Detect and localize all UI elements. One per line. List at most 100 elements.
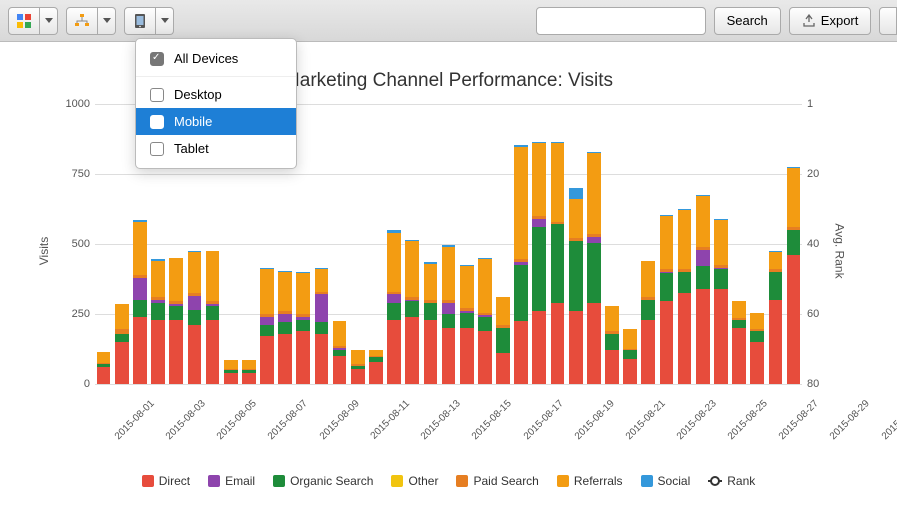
device-button-group [124,7,174,35]
bar-column[interactable] [694,195,711,384]
extra-button[interactable] [879,7,897,35]
bar-column[interactable] [749,313,766,384]
bar-column[interactable] [767,251,784,384]
bar-segment [387,320,401,384]
bar-column[interactable] [476,258,493,384]
bar-segment [151,320,165,384]
bar-column[interactable] [95,352,112,384]
sitemap-icon-button[interactable] [66,7,98,35]
bar-column[interactable] [222,360,239,384]
legend-item[interactable]: Social [641,474,691,488]
bar-segment [732,320,746,328]
legend-item[interactable]: Email [208,474,255,488]
color-swatch [142,475,154,487]
bar-column[interactable] [494,297,511,384]
bar-column[interactable] [349,350,366,384]
bar-column[interactable] [113,304,130,384]
bar-segment [551,303,565,384]
bar-segment [605,306,619,331]
bar-segment [133,278,147,300]
bar-segment [569,199,583,238]
bar-column[interactable] [676,209,693,384]
bar-segment [224,360,238,368]
google-icon [16,13,32,29]
bar-segment [587,303,601,384]
bar-segment [514,147,528,259]
bar-segment [714,289,728,384]
device-icon-button[interactable] [124,7,156,35]
google-icon-button[interactable] [8,7,40,35]
bar-segment [169,306,183,320]
bar-column[interactable] [658,215,675,384]
dropdown-item-tablet[interactable]: Tablet [136,135,296,162]
dropdown-label: Mobile [174,114,212,129]
bar-column[interactable] [404,240,421,384]
legend-item[interactable]: Other [391,474,438,488]
search-button[interactable]: Search [714,7,781,35]
legend-item[interactable]: Direct [142,474,190,488]
bar-segment [133,300,147,317]
bar-column[interactable] [549,142,566,384]
bar-column[interactable] [295,272,312,384]
bar-column[interactable] [513,145,530,384]
bar-column[interactable] [149,259,166,384]
bar-column[interactable] [386,230,403,384]
bar-column[interactable] [277,271,294,384]
dropdown-item-all-devices[interactable]: All Devices [136,45,296,72]
export-button[interactable]: Export [789,7,872,35]
bar-segment [442,328,456,384]
bar-segment [532,219,546,227]
bar-segment [623,329,637,349]
legend-item[interactable]: Paid Search [456,474,538,488]
bar-column[interactable] [785,167,802,384]
bar-column[interactable] [622,329,639,384]
dropdown-item-mobile[interactable]: Mobile [136,108,296,135]
bar-column[interactable] [730,301,747,384]
sitemap-dropdown-toggle[interactable] [98,7,116,35]
bar-column[interactable] [168,258,185,384]
bar-segment [532,227,546,311]
y-tick-left: 0 [84,378,90,390]
dropdown-item-desktop[interactable]: Desktop [136,81,296,108]
bar-column[interactable] [440,245,457,384]
bar-column[interactable] [712,219,729,384]
bar-segment [351,369,365,384]
bar-segment [605,350,619,384]
bar-column[interactable] [603,306,620,384]
y-tick-left: 500 [72,238,90,250]
bar-segment [551,224,565,302]
bar-column[interactable] [422,262,439,384]
search-input[interactable] [536,7,706,35]
checkbox-icon [150,115,164,129]
bar-column[interactable] [531,142,548,384]
google-dropdown-toggle[interactable] [40,7,58,35]
bar-column[interactable] [131,220,148,384]
bar-segment [569,188,583,199]
bar-segment [387,294,401,302]
bar-column[interactable] [331,321,348,384]
legend-item[interactable]: Organic Search [273,474,373,488]
bar-segment [551,143,565,221]
bar-segment [569,311,583,384]
legend-label: Email [225,474,255,488]
bar-column[interactable] [458,265,475,384]
bar-segment [460,328,474,384]
bar-column[interactable] [258,268,275,384]
bar-segment [315,334,329,384]
bar-segment [478,259,492,312]
bar-segment [97,352,111,363]
bar-column[interactable] [585,152,602,384]
legend-item[interactable]: Rank [708,474,755,488]
bar-column[interactable] [240,360,257,384]
legend-item[interactable]: Referrals [557,474,623,488]
bar-column[interactable] [367,350,384,384]
bar-column[interactable] [186,251,203,384]
bar-segment [696,289,710,384]
bar-segment [532,143,546,216]
bar-column[interactable] [313,268,330,384]
device-dropdown-toggle[interactable] [156,7,174,35]
bar-column[interactable] [204,251,221,384]
bar-segment [660,301,674,384]
bar-column[interactable] [567,188,584,384]
bar-column[interactable] [640,261,657,384]
